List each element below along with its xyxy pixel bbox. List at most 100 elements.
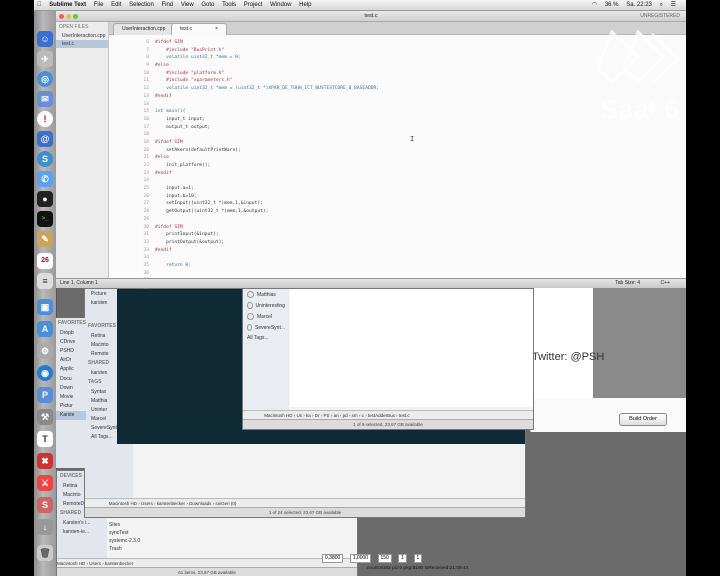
value-field[interactable]: 1,0000 <box>349 554 372 563</box>
code-line[interactable]: #endif <box>155 170 379 178</box>
tag-item[interactable]: Marcel <box>243 311 289 322</box>
path-item[interactable]: an <box>334 413 339 418</box>
menu-edit[interactable]: Edit <box>108 0 124 10</box>
menu-tools[interactable]: Tools <box>219 0 239 10</box>
code-line[interactable]: setInput((uint32_t *)mem,1,&input); <box>155 200 379 208</box>
sidebar-favorite[interactable]: Movie <box>56 392 86 401</box>
path-item[interactable]: ka <box>306 413 311 418</box>
mail-icon[interactable]: ✉ <box>37 91 53 107</box>
code-line[interactable]: #ifdef SIM <box>155 224 379 232</box>
menu-help[interactable]: Help <box>296 0 314 10</box>
value-field[interactable]: 0,3800 <box>322 554 344 563</box>
tool-icon[interactable]: ⚒ <box>37 409 53 425</box>
tab-userinteraction[interactable]: UserInteraction.cpp <box>113 23 179 35</box>
sidebar-favorite[interactable]: PSHD <box>56 346 86 355</box>
notification-icon[interactable]: ! <box>37 111 53 127</box>
minimize-button[interactable] <box>66 14 71 19</box>
downloads-icon[interactable]: ↓ <box>37 519 53 535</box>
appstore-icon[interactable]: A <box>37 321 53 337</box>
code-line[interactable] <box>155 270 379 278</box>
code-line[interactable] <box>155 101 379 109</box>
menu-goto[interactable]: Goto <box>198 0 217 10</box>
sidebar-favorite[interactable]: Dropb <box>56 328 86 337</box>
value-field[interactable]: 1 <box>398 554 408 563</box>
finder-icon[interactable]: ☺ <box>37 31 53 47</box>
code-line[interactable]: #include "BusPrint.h" <box>155 47 379 55</box>
path-item[interactable]: Macintosh HD <box>109 501 137 506</box>
path-item[interactable]: sm <box>352 413 358 418</box>
code-line[interactable] <box>155 254 379 262</box>
code-text[interactable]: #ifdef SIM #include "BusPrint.h" volatil… <box>155 39 379 293</box>
path-item[interactable]: Dr <box>315 413 320 418</box>
code-line[interactable]: #include "xparameters.h" <box>155 77 379 85</box>
path-item[interactable]: karstenbecker <box>105 561 133 566</box>
code-line[interactable]: getOutput((uint32_t *)mem,1,&output); <box>155 208 379 216</box>
value-field[interactable]: 1 <box>413 554 423 563</box>
open-file-item[interactable]: test.c <box>56 40 108 48</box>
code-line[interactable]: input.b=10; <box>155 193 379 201</box>
value-field[interactable]: 150 <box>377 554 392 563</box>
tag-item[interactable]: Uninteresting <box>243 300 289 311</box>
code-line[interactable] <box>155 177 379 185</box>
code-line[interactable]: #ifdef SIM <box>155 139 379 147</box>
sidebar-shared[interactable]: karsten-ie... <box>57 527 107 536</box>
battery-label[interactable]: 36 % <box>602 0 622 10</box>
list-item[interactable]: systemc-2.3.0 <box>109 537 140 545</box>
launchpad-icon[interactable]: ✈ <box>37 51 53 67</box>
path-item[interactable]: Us <box>297 413 303 418</box>
code-line[interactable]: #else <box>155 154 379 162</box>
wifi-icon[interactable]: ◠ <box>589 0 600 10</box>
code-line[interactable]: #endif <box>155 247 379 255</box>
code-line[interactable]: volatile uint32_t *mem = (uint32_t *)XPA… <box>155 85 379 93</box>
menu-view[interactable]: View <box>178 0 197 10</box>
tab-size[interactable]: Tab Size: 4 <box>615 279 640 288</box>
code-line[interactable] <box>155 131 379 139</box>
path-item[interactable]: Users <box>141 501 153 506</box>
code-line[interactable]: int main(){ <box>155 108 379 116</box>
trash-icon[interactable]: 🗑 <box>37 545 53 561</box>
list-item[interactable]: Sites <box>109 521 140 529</box>
sidebar-favorite[interactable]: Karste <box>56 410 86 420</box>
sublime-icon[interactable]: S <box>37 497 53 513</box>
code-line[interactable]: input_t input; <box>155 116 379 124</box>
path-item[interactable]: testAdderBus <box>368 413 395 418</box>
system-prefs-icon[interactable]: ⚙ <box>37 343 53 359</box>
tab-test-c[interactable]: test.c × <box>171 23 227 35</box>
reminders-icon[interactable]: ≡ <box>37 273 53 289</box>
code-line[interactable]: printInput(&input); <box>155 231 379 239</box>
app-menu[interactable]: Sublime Text <box>46 0 89 10</box>
syntax-mode[interactable]: C++ <box>661 279 670 288</box>
messages-icon[interactable]: ✆ <box>37 171 53 187</box>
clock[interactable]: Sa. 22:23 <box>623 0 655 10</box>
apple-menu-icon[interactable]:  <box>34 0 45 10</box>
sidebar-favorite[interactable]: Pictur <box>56 402 86 411</box>
sidebar-favorite[interactable]: Down <box>56 383 86 392</box>
sidebar-favorite[interactable]: CDrive <box>56 337 86 346</box>
sidebar-favorite[interactable]: AirDr <box>56 356 86 365</box>
menu-selection[interactable]: Selection <box>126 0 157 10</box>
contacts-icon[interactable]: @ <box>37 131 53 147</box>
calendar-icon[interactable]: 26 <box>37 253 53 269</box>
menu-file[interactable]: File <box>91 0 107 10</box>
build-order-button[interactable]: Build Order <box>619 413 667 426</box>
tag-item[interactable]: All Tags... <box>243 333 289 343</box>
tag-item[interactable]: SevereSynt... <box>243 322 289 333</box>
safari-icon[interactable]: ◎ <box>37 71 53 87</box>
app-icon-red[interactable]: ✖ <box>37 453 53 469</box>
code-line[interactable] <box>155 216 379 224</box>
code-line[interactable]: volatile uint32_t *mem = 0; <box>155 54 379 62</box>
menu-project[interactable]: Project <box>241 0 266 10</box>
sidebar-favorite[interactable]: Applic <box>56 365 86 374</box>
search-icon[interactable]: ⌕ <box>657 0 666 10</box>
code-line[interactable]: setAkern(defaultPrintWarn); <box>155 147 379 155</box>
path-item[interactable]: c <box>362 413 364 418</box>
xcode-icon[interactable]: ⚔ <box>37 475 53 491</box>
notes-icon[interactable]: ✎ <box>37 231 53 247</box>
path-item[interactable]: Macintosh HD <box>264 413 292 418</box>
preview-icon[interactable]: ▣ <box>37 299 53 315</box>
path-item[interactable]: sniGen (0) <box>215 501 236 506</box>
code-line[interactable]: output_t output; <box>155 124 379 132</box>
menu-window[interactable]: Window <box>267 0 294 10</box>
open-file-item[interactable]: UserInteraction.cpp <box>56 32 108 40</box>
list-icon[interactable]: ☰ <box>668 0 679 10</box>
